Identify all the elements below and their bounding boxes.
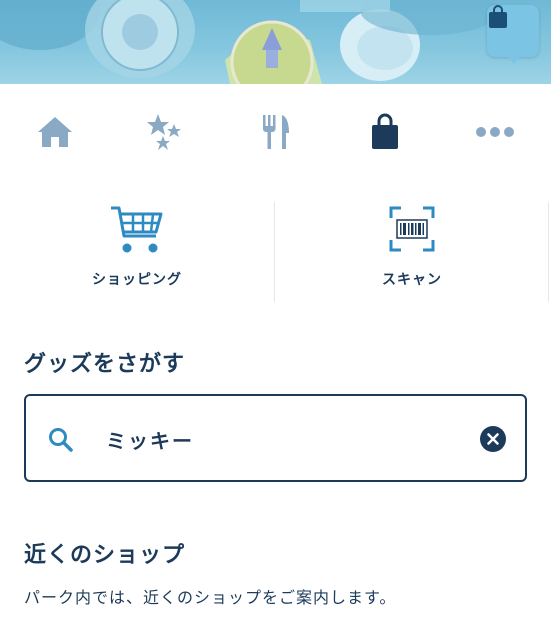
search-icon	[49, 428, 73, 452]
top-nav	[0, 84, 551, 180]
fork-knife-icon	[263, 115, 289, 149]
shopping-button[interactable]: ショッピング	[0, 196, 274, 306]
stars-icon	[147, 114, 181, 150]
more-icon	[476, 127, 514, 137]
nav-item-home[interactable]	[0, 84, 110, 180]
close-icon	[487, 433, 499, 445]
nav-item-shopping[interactable]	[330, 84, 440, 180]
scan-button[interactable]: スキャン	[275, 196, 549, 306]
action-buttons: ショッピング スキャン	[0, 196, 551, 306]
search-section-title: グッズをさがす	[24, 352, 186, 377]
nearby-shops-description: パーク内では、近くのショップをご案内します。	[24, 588, 397, 607]
shopping-bag-icon	[489, 5, 507, 28]
home-icon	[38, 117, 72, 147]
action-divider-right	[548, 202, 549, 302]
nearby-shops-title: 近くのショップ	[24, 543, 186, 568]
park-map-illustration	[0, 0, 500, 84]
nav-item-more[interactable]	[440, 84, 550, 180]
hero-banner	[0, 0, 551, 84]
clear-search-button[interactable]	[480, 426, 506, 452]
search-input[interactable]: ミッキー	[24, 394, 527, 482]
scan-label: スキャン	[382, 272, 442, 288]
nav-item-restaurants[interactable]	[220, 84, 330, 180]
shopping-cart-icon	[111, 206, 163, 253]
barcode-scan-icon	[389, 206, 435, 252]
shopping-bag-icon	[372, 113, 398, 149]
shopping-bag-button[interactable]	[487, 5, 539, 64]
shopping-label: ショッピング	[92, 272, 182, 288]
nav-item-attractions[interactable]	[110, 84, 220, 180]
search-value[interactable]: ミッキー	[106, 425, 194, 454]
